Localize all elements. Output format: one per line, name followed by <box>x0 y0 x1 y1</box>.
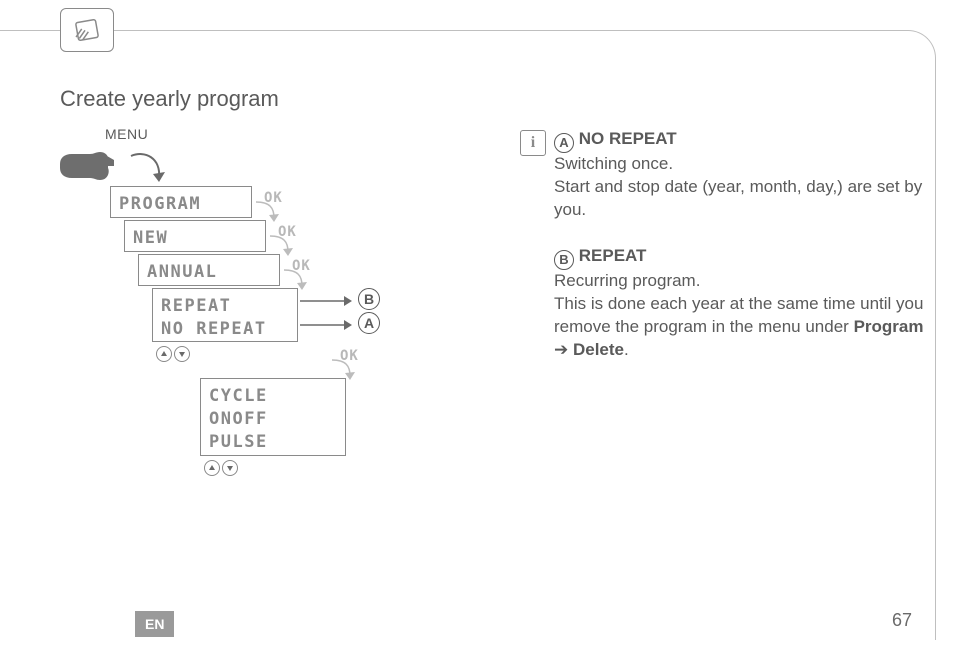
reference-b-marker: B <box>554 250 574 270</box>
reference-b-marker: B <box>358 288 380 310</box>
menu-flow-diagram: MENU PROGRAM OK <box>60 126 480 526</box>
up-arrow-icon <box>156 346 172 362</box>
screen-text: PULSE <box>209 431 337 454</box>
screen-text: PROGRAM <box>119 193 243 216</box>
reference-a-marker: A <box>554 133 574 153</box>
reference-a-marker: A <box>358 312 380 334</box>
screen-new: NEW <box>124 220 266 252</box>
up-arrow-icon <box>204 460 220 476</box>
page-number: 67 <box>892 610 912 631</box>
screen-cycle-onoff-pulse: CYCLE ONOFF PULSE <box>200 378 346 456</box>
screen-text: CYCLE <box>209 385 337 408</box>
info-a-title: NO REPEAT <box>579 129 677 148</box>
info-b-line2: This is done each year at the same time … <box>554 293 930 362</box>
screen-text: ONOFF <box>209 408 337 431</box>
screen-text: REPEAT <box>161 295 289 318</box>
info-b-line1: Recurring program. <box>554 270 930 293</box>
reference-arrow-icon <box>300 318 354 332</box>
pointing-hand-icon <box>58 146 120 191</box>
info-b-title: REPEAT <box>579 246 647 265</box>
page-title: Create yearly program <box>60 86 930 112</box>
screen-text: ANNUAL <box>147 261 271 284</box>
reference-arrow-icon <box>300 294 354 308</box>
screen-text: NO REPEAT <box>161 318 289 341</box>
down-arrow-icon <box>222 460 238 476</box>
up-down-nav-icons <box>204 460 238 476</box>
menu-label: MENU <box>105 126 148 142</box>
manual-tab-icon <box>60 8 114 52</box>
screen-text: NEW <box>133 227 257 250</box>
info-text-block: A NO REPEAT Switching once. Start and st… <box>554 128 930 362</box>
info-a-line1: Switching once. <box>554 153 930 176</box>
screen-annual: ANNUAL <box>138 254 280 286</box>
up-down-nav-icons <box>156 346 190 362</box>
info-a-line2: Start and stop date (year, month, day,) … <box>554 176 930 222</box>
down-arrow-icon <box>174 346 190 362</box>
screen-repeat-choice: REPEAT NO REPEAT <box>152 288 298 342</box>
screen-program: PROGRAM <box>110 186 252 218</box>
language-badge: EN <box>135 611 174 637</box>
info-icon: i <box>520 130 546 156</box>
